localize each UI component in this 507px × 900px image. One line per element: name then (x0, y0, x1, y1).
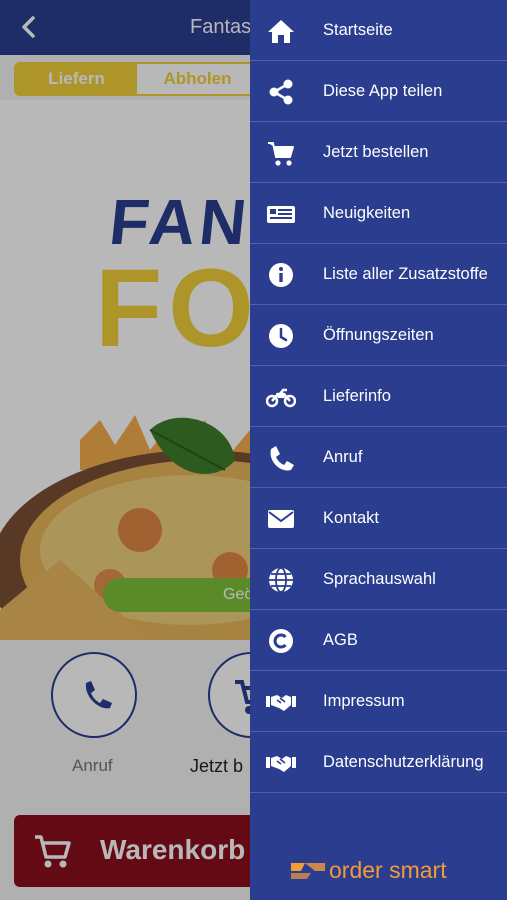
menu-item-label: Jetzt bestellen (323, 143, 429, 161)
menu-item-terms[interactable]: AGB (250, 610, 507, 671)
menu-item-call[interactable]: Anruf (250, 427, 507, 488)
menu-item-delivery-info[interactable]: Lieferinfo (250, 366, 507, 427)
menu-item-opening-hours[interactable]: Öffnungszeiten (250, 305, 507, 366)
phone-icon (270, 446, 294, 471)
menu-item-news[interactable]: Neuigkeiten (250, 183, 507, 244)
info-icon (269, 263, 293, 287)
menu-item-label: AGB (323, 631, 358, 649)
navigation-drawer: Startseite Diese App teilen Jetzt bestel… (250, 0, 507, 900)
menu-item-label: Neuigkeiten (323, 204, 411, 222)
newspaper-icon (267, 206, 295, 223)
home-icon (268, 20, 294, 43)
menu-item-label: Impressum (323, 692, 405, 710)
clock-icon (269, 324, 293, 348)
order-smart-logo-icon (291, 863, 325, 879)
menu-item-imprint[interactable]: Impressum (250, 671, 507, 732)
motorbike-icon (266, 388, 296, 408)
cart-icon (268, 142, 294, 166)
menu-item-language[interactable]: Sprachauswahl (250, 549, 507, 610)
menu-item-label: Sprachauswahl (323, 570, 436, 588)
globe-icon (269, 567, 293, 593)
handshake-icon (266, 695, 296, 711)
menu-item-label: Lieferinfo (323, 387, 391, 405)
menu-item-label: Diese App teilen (323, 82, 443, 100)
menu-item-privacy[interactable]: Datenschutzerklärung (250, 732, 507, 793)
menu-item-order-now[interactable]: Jetzt bestellen (250, 122, 507, 183)
menu-item-label: Öffnungszeiten (323, 326, 434, 344)
menu-item-label: Kontakt (323, 509, 379, 527)
menu-item-additives[interactable]: Liste aller Zusatzstoffe (250, 244, 507, 305)
menu-item-share-app[interactable]: Diese App teilen (250, 61, 507, 122)
menu-item-label: Datenschutzerklärung (323, 753, 484, 771)
share-icon (269, 79, 293, 105)
copyright-icon (269, 629, 293, 653)
menu-item-label: Startseite (323, 21, 393, 39)
menu-item-label: Liste aller Zusatzstoffe (323, 265, 488, 283)
envelope-icon (268, 510, 294, 528)
menu-item-startseite[interactable]: Startseite (250, 0, 507, 61)
brand-name: order smart (329, 857, 447, 883)
handshake-icon (266, 756, 296, 772)
menu-item-label: Anruf (323, 448, 363, 466)
menu-item-contact[interactable]: Kontakt (250, 488, 507, 549)
